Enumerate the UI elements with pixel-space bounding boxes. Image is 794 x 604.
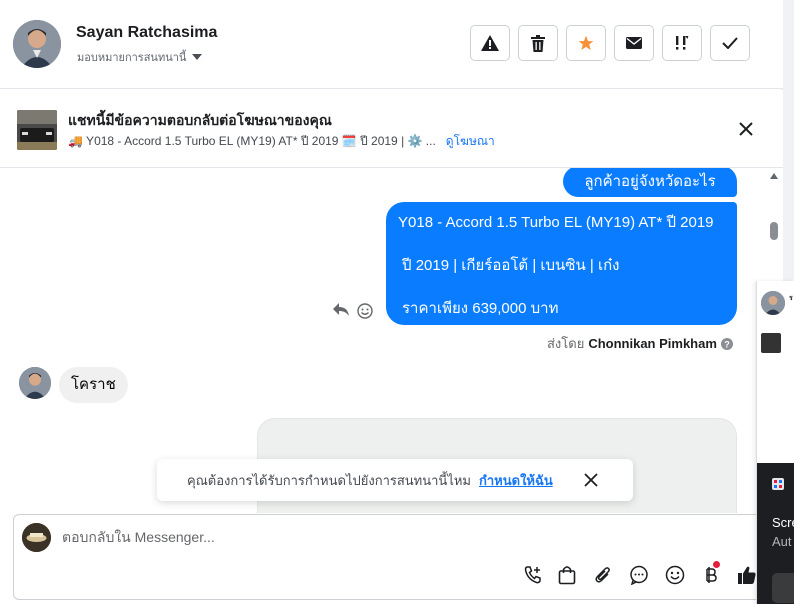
side-contact-initial: ร	[789, 295, 793, 302]
call-button[interactable]	[521, 563, 545, 587]
help-icon[interactable]: ?	[720, 337, 733, 350]
shopping-bag-icon	[558, 566, 576, 585]
avatar[interactable]	[19, 367, 51, 399]
contact-name[interactable]: Sayan Ratchasima	[76, 24, 217, 42]
payment-button[interactable]	[699, 561, 723, 587]
popup-button[interactable]	[772, 573, 794, 603]
assign-label: มอบหมายการสนทนานี้	[77, 52, 187, 64]
check-icon	[722, 37, 738, 49]
chat-bubble-icon	[630, 565, 648, 585]
ad-thumbnail	[17, 110, 57, 150]
attach-button[interactable]	[591, 563, 615, 587]
warning-icon	[481, 35, 499, 51]
emoji-button[interactable]	[663, 563, 687, 587]
envelope-icon	[626, 37, 642, 49]
message-composer	[13, 514, 788, 600]
conversation-pane: Sayan Ratchasima มอบหมายการสนทนานี้ แชทน…	[0, 0, 788, 604]
sent-by-prefix: ส่งโดย	[547, 336, 585, 351]
outgoing-message[interactable]: ลูกค้าอยู่จังหวัดอะไรคะ	[563, 168, 737, 214]
close-icon[interactable]	[737, 120, 755, 138]
conversation-header: Sayan Ratchasima มอบหมายการสนทนานี้	[0, 0, 783, 89]
page-avatar	[22, 523, 51, 552]
saved-replies-button[interactable]	[627, 563, 651, 587]
baht-icon	[706, 567, 717, 583]
mark-unread-button[interactable]	[614, 25, 654, 61]
svg-text:?: ?	[724, 339, 730, 349]
ad-thumbnail	[761, 333, 781, 353]
emoji-react-icon[interactable]	[357, 303, 373, 319]
notification-popup[interactable]: Scre Aut	[757, 463, 794, 604]
incoming-message[interactable]: โคราช	[59, 367, 128, 403]
avatar[interactable]	[13, 20, 61, 68]
paperclip-icon	[595, 567, 610, 583]
view-ad-link[interactable]: ดูโฆษณา	[446, 132, 495, 151]
message-line: ราคาเพียง 639,000 บาท	[402, 300, 559, 317]
assign-prompt-text: คุณต้องการได้รับการกำหนดไปยังการสนทนานี้…	[187, 472, 471, 488]
star-icon	[578, 35, 594, 50]
assign-prompt: คุณต้องการได้รับการกำหนดไปยังการสนทนานี้…	[157, 459, 633, 501]
flag-exclaim-icon	[676, 36, 689, 50]
message-line: ปี 2019 | เกียร์ออโต้ | เบนซิน | เก๋ง	[402, 257, 620, 274]
avatar[interactable]	[761, 291, 785, 315]
trash-icon	[531, 34, 545, 52]
popup-subtitle: Aut	[772, 534, 792, 549]
call-icon	[524, 566, 541, 584]
sent-by-label: ส่งโดย Chonnikan Pimkham ?	[547, 333, 733, 354]
caret-down-icon	[192, 54, 203, 60]
assign-to-me-link[interactable]: กำหนดให้ฉัน	[479, 470, 553, 491]
ad-subtitle: 🚚 Y018 - Accord 1.5 Turbo EL (MY19) AT* …	[68, 132, 495, 151]
mark-done-button[interactable]	[710, 25, 750, 61]
thumbs-up-icon	[738, 566, 756, 584]
assign-dropdown[interactable]: มอบหมายการสนทนานี้	[77, 48, 203, 66]
notification-dot	[713, 561, 720, 568]
reply-input[interactable]	[62, 529, 662, 545]
delete-button[interactable]	[518, 25, 558, 61]
close-icon[interactable]	[583, 472, 599, 488]
emoji-icon	[665, 565, 685, 585]
app-icon	[772, 478, 784, 490]
reply-icon[interactable]	[333, 303, 349, 317]
popup-title: Scre	[772, 515, 794, 530]
ad-description: 🚚 Y018 - Accord 1.5 Turbo EL (MY19) AT* …	[68, 134, 436, 148]
star-button[interactable]	[566, 25, 606, 61]
ad-context-bar: แชทนี้มีข้อความตอบกลับต่อโฆษณาของคุณ 🚚 Y…	[0, 90, 783, 168]
follow-up-button[interactable]	[662, 25, 702, 61]
ad-title: แชทนี้มีข้อความตอบกลับต่อโฆษณาของคุณ	[68, 112, 332, 128]
shop-button[interactable]	[555, 563, 579, 587]
report-button[interactable]	[470, 25, 510, 61]
sent-by-name: Chonnikan Pimkham	[588, 336, 717, 351]
message-line: Y018 - Accord 1.5 Turbo EL (MY19) AT* ปี…	[398, 214, 714, 231]
outgoing-message[interactable]: Y018 - Accord 1.5 Turbo EL (MY19) AT* ปี…	[386, 202, 737, 325]
